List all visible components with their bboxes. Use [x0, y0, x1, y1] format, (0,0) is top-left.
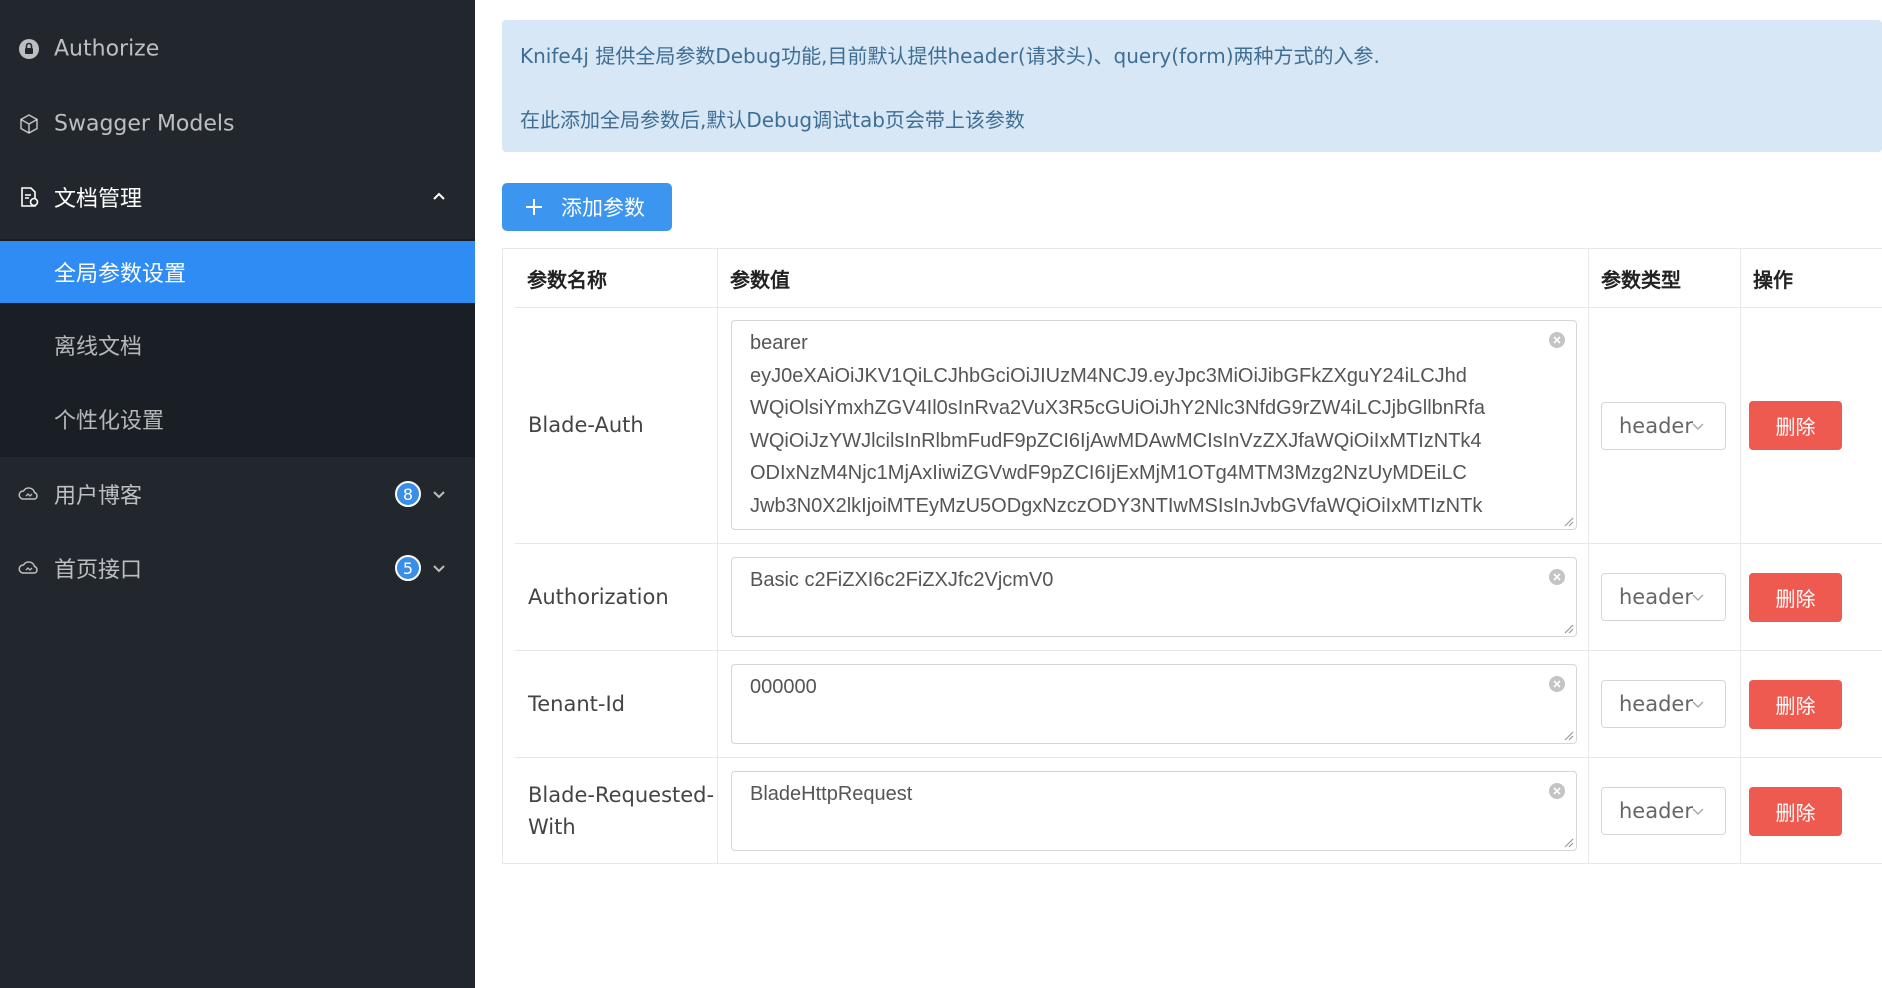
sidebar: Authorize Swagger Models 文档管理 全局参数设置 离线文… [0, 0, 475, 988]
select-value: header [1619, 585, 1693, 609]
sidebar-item-global-params[interactable]: 全局参数设置 [0, 241, 475, 303]
chevron-down-icon [433, 491, 445, 499]
column-divider [1588, 249, 1589, 863]
select-value: header [1619, 799, 1693, 823]
resize-handle-icon[interactable] [1562, 836, 1574, 848]
value-line: bearer [750, 332, 808, 354]
value-line: ODIxNzM4Njc1MjAxIiwiZGVwdF9pZCI6IjExMjM1… [750, 462, 1467, 484]
sidebar-item-label: 离线文档 [54, 335, 143, 360]
param-name: Tenant-Id [528, 692, 626, 716]
clear-icon[interactable] [1548, 782, 1566, 800]
row-divider [515, 543, 1882, 544]
info-text-line2: 在此添加全局参数后,默认Debug调试tab页会带上该参数 [520, 108, 1025, 132]
clear-icon[interactable] [1548, 568, 1566, 586]
param-value-textarea[interactable]: 000000 [731, 664, 1577, 744]
cloud-icon [18, 561, 38, 574]
sidebar-item-home-api[interactable]: 首页接口 5 [0, 537, 475, 599]
clear-icon[interactable] [1548, 675, 1566, 693]
chevron-down-icon [1692, 808, 1704, 816]
param-value-textarea[interactable]: BladeHttpRequest [731, 771, 1577, 851]
global-params-table: 参数名称 参数值 参数类型 操作 Blade-Auth bearer eyJ0e… [502, 248, 1882, 864]
column-header-type: 参数类型 [1601, 267, 1681, 292]
value-line: Jwb3N0X2lkIjoiMTEyMzU5ODgxNzczODY3NTIwMS… [750, 494, 1483, 517]
param-name: Blade-Requested- [528, 783, 715, 807]
value-line: BladeHttpRequest [750, 783, 913, 805]
sidebar-item-label: Swagger Models [54, 111, 235, 137]
sidebar-item-label: Authorize [54, 36, 160, 62]
sidebar-item-personal-settings[interactable]: 个性化设置 [0, 388, 475, 450]
value-line: eyJ0eXAiOiJKV1QiLCJhbGciOiJIUzM4NCJ9.eyJ… [750, 364, 1467, 387]
value-line: WQiOiJzYWJlcilsInRlbmFudF9pZCI6IjAwMDAwM… [750, 429, 1482, 452]
sidebar-item-authorize[interactable]: Authorize [0, 18, 475, 80]
value-line: Basic c2FiZXI6c2FiZXJfc2VjcmV0 [750, 569, 1054, 591]
count-badge: 5 [395, 555, 421, 581]
chevron-down-icon [433, 565, 445, 573]
info-alert: Knife4j 提供全局参数Debug功能,目前默认提供header(请求头)、… [502, 20, 1882, 152]
param-name: With [528, 815, 576, 839]
lock-icon [19, 39, 39, 59]
sidebar-item-label: 个性化设置 [54, 409, 165, 434]
row-divider [515, 650, 1882, 651]
select-value: header [1619, 414, 1693, 438]
add-parameter-label: 添加参数 [561, 196, 645, 220]
cube-icon [20, 114, 38, 134]
resize-handle-icon[interactable] [1562, 729, 1574, 741]
column-divider [1740, 249, 1741, 863]
sidebar-item-label: 首页接口 [54, 558, 143, 583]
select-value: header [1619, 692, 1693, 716]
delete-button[interactable]: 删除 [1749, 680, 1842, 729]
main-content: Knife4j 提供全局参数Debug功能,目前默认提供header(请求头)、… [475, 0, 1882, 988]
value-line: 000000 [750, 676, 817, 698]
param-value-textarea[interactable]: bearer eyJ0eXAiOiJKV1QiLCJhbGciOiJIUzM4N… [731, 320, 1577, 530]
resize-handle-icon[interactable] [1562, 622, 1574, 634]
param-name: Blade-Auth [528, 413, 644, 437]
param-type-select[interactable]: header [1601, 402, 1726, 450]
row-divider [515, 307, 1882, 308]
delete-button[interactable]: 删除 [1749, 401, 1842, 450]
info-text-line1: Knife4j 提供全局参数Debug功能,目前默认提供header(请求头)、… [520, 44, 1380, 68]
count-badge: 8 [395, 481, 421, 507]
param-type-select[interactable]: header [1601, 573, 1726, 621]
sidebar-item-user-blog[interactable]: 用户博客 8 [0, 463, 475, 525]
column-divider [717, 249, 718, 863]
plus-icon [526, 199, 542, 215]
delete-button[interactable]: 删除 [1749, 787, 1842, 836]
column-header-name: 参数名称 [527, 267, 607, 292]
param-name: Authorization [528, 585, 669, 609]
chevron-down-icon [1692, 423, 1704, 431]
sidebar-item-swagger-models[interactable]: Swagger Models [0, 93, 475, 155]
chevron-down-icon [1692, 594, 1704, 602]
document-icon [21, 187, 39, 207]
clear-icon[interactable] [1548, 331, 1566, 349]
column-header-action: 操作 [1753, 267, 1793, 292]
param-type-select[interactable]: header [1601, 680, 1726, 728]
resize-handle-icon[interactable] [1562, 515, 1574, 527]
cloud-icon [18, 487, 38, 500]
chevron-down-icon [1692, 701, 1704, 709]
sidebar-item-label: 用户博客 [54, 484, 143, 509]
chevron-up-icon [433, 192, 445, 200]
row-divider [515, 757, 1882, 758]
column-header-value: 参数值 [730, 267, 790, 292]
delete-button[interactable]: 删除 [1749, 573, 1842, 622]
sidebar-item-label: 全局参数设置 [54, 262, 187, 287]
sidebar-item-doc-management[interactable]: 文档管理 [0, 166, 475, 228]
add-parameter-button[interactable]: 添加参数 [502, 183, 672, 231]
sidebar-item-offline-docs[interactable]: 离线文档 [0, 314, 475, 376]
value-line: WQiOlsiYmxhZGV4Il0sInRva2VuX3R5cGUiOiJhY… [750, 397, 1486, 419]
param-value-textarea[interactable]: Basic c2FiZXI6c2FiZXJfc2VjcmV0 [731, 557, 1577, 637]
param-type-select[interactable]: header [1601, 787, 1726, 835]
sidebar-item-label: 文档管理 [54, 187, 143, 212]
